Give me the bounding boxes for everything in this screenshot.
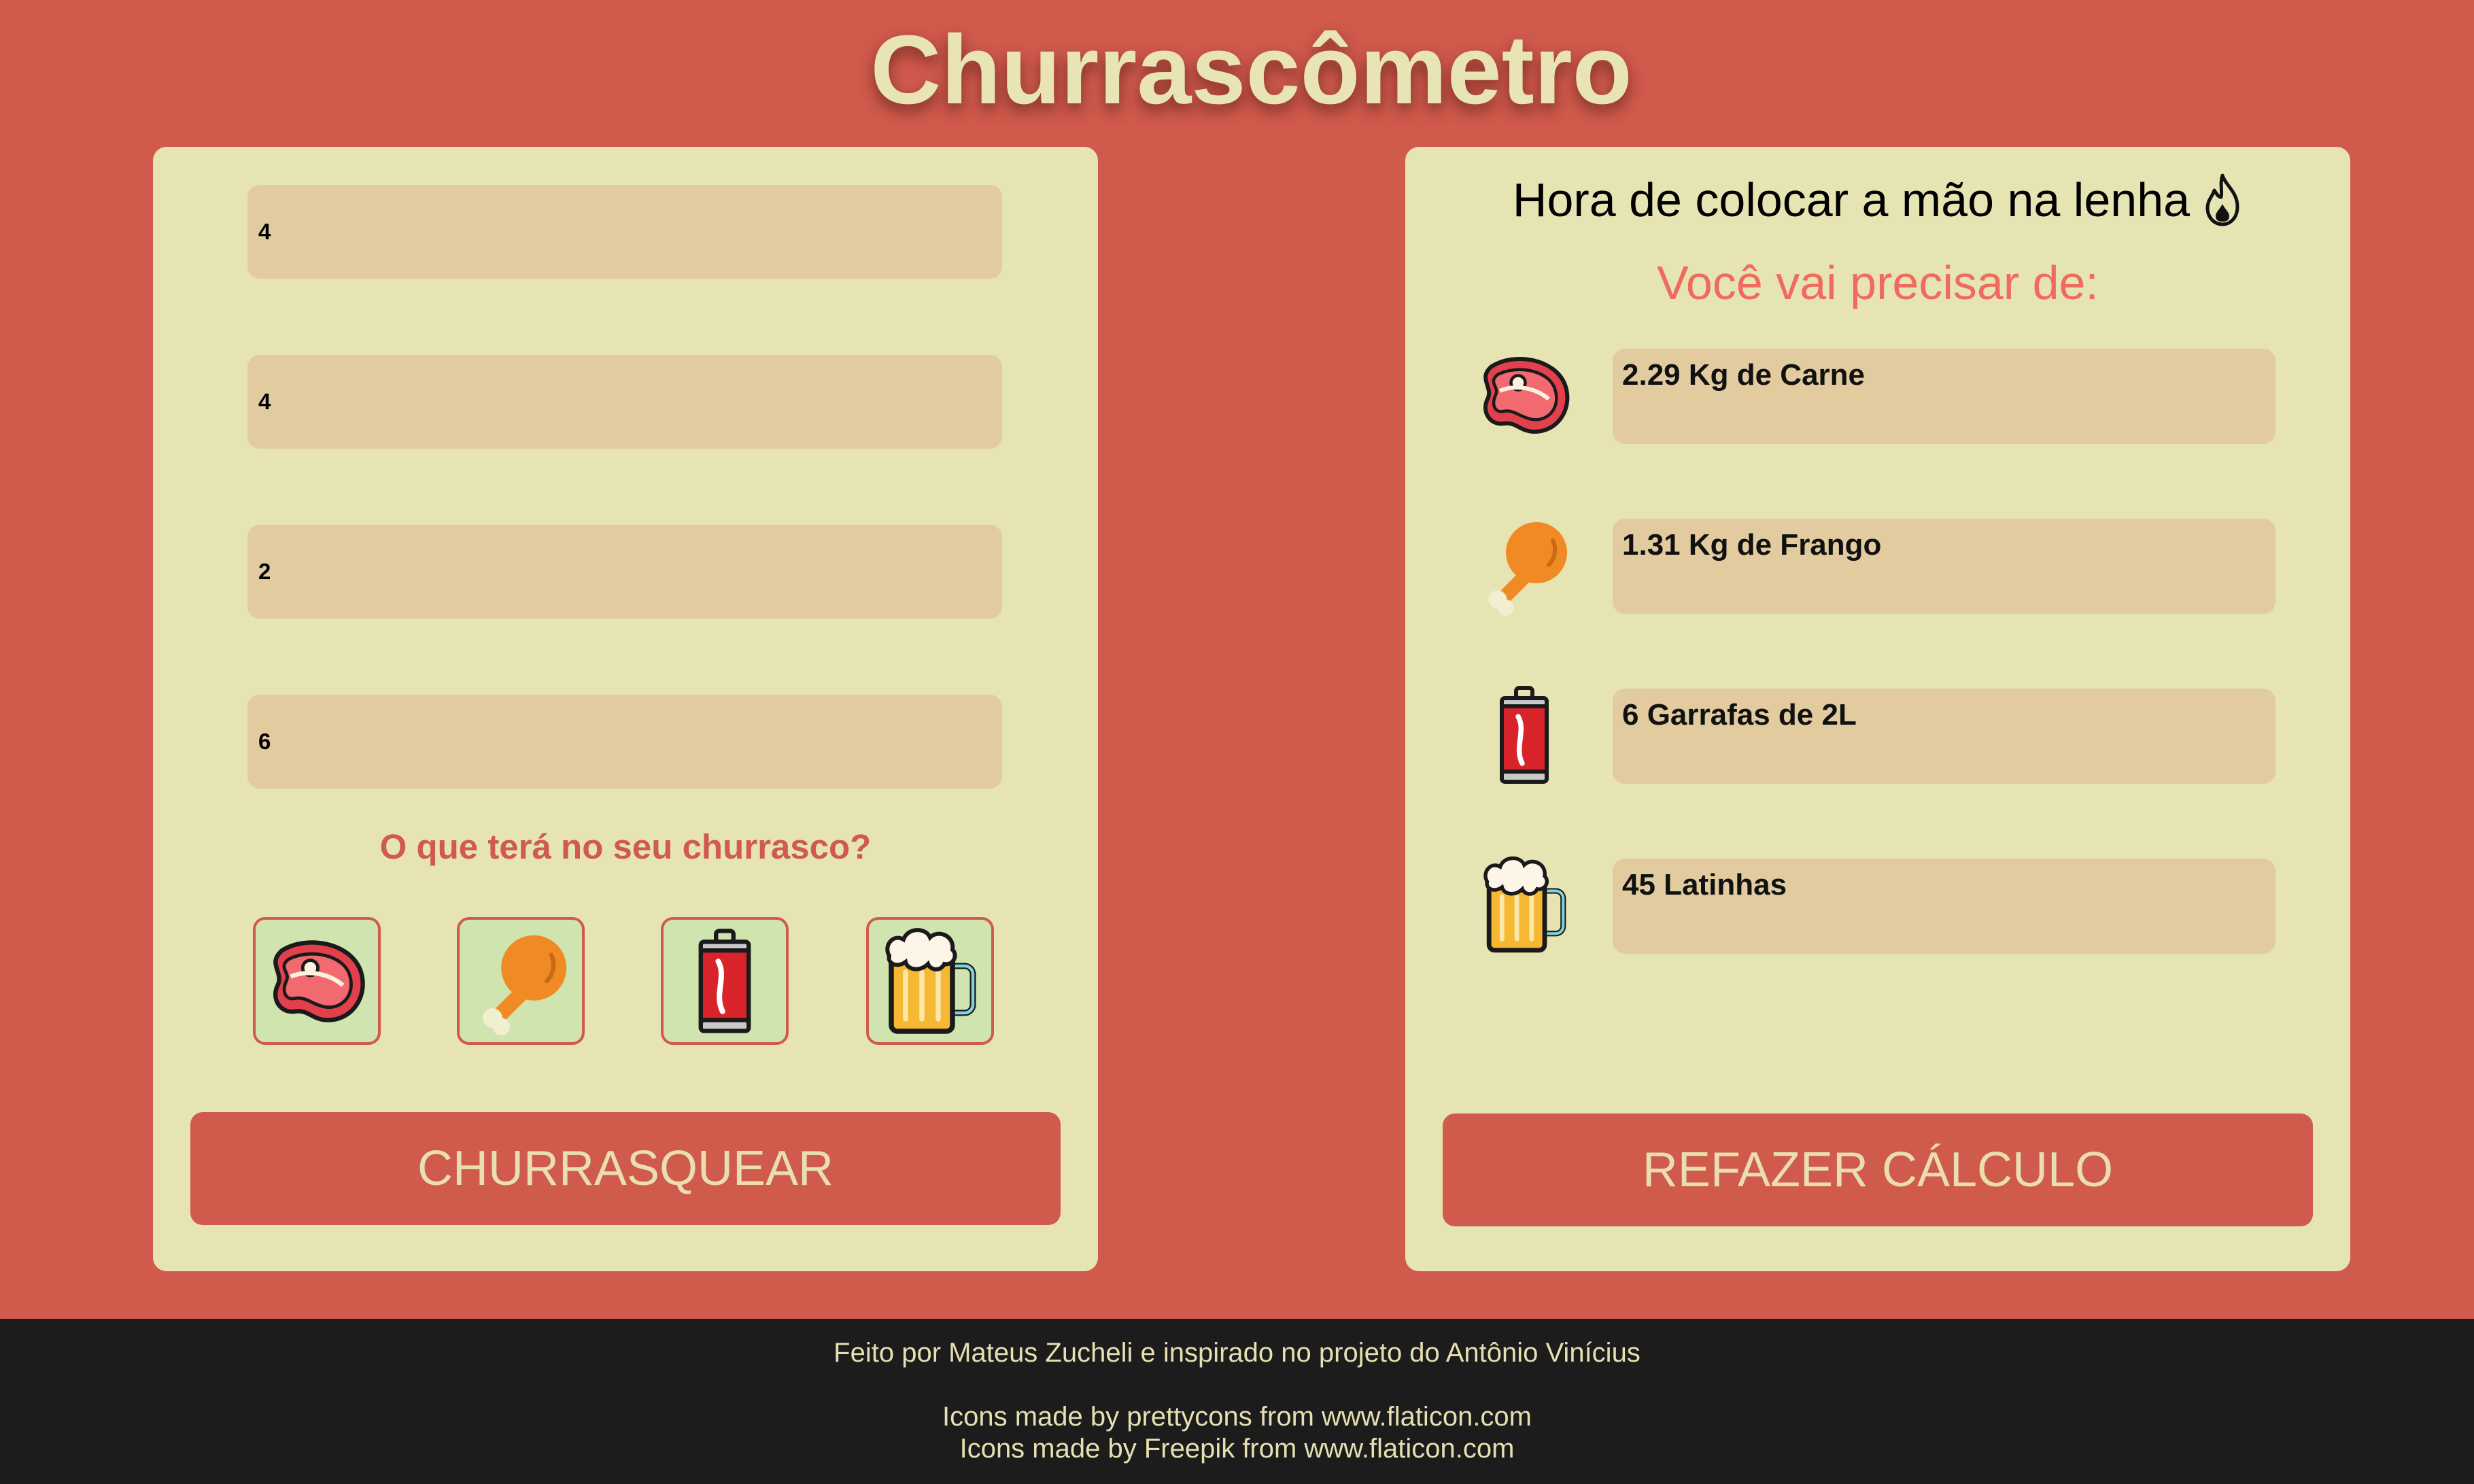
result-meat: 2.29 Kg de Carne xyxy=(1613,349,2275,444)
steak-icon xyxy=(1473,344,1575,446)
beer-mug-icon xyxy=(1473,854,1575,956)
chicken-leg-icon xyxy=(1473,514,1575,616)
result-title: Hora de colocar a mão na lenha xyxy=(1405,173,2350,227)
steak-icon xyxy=(262,927,371,1035)
redo-button[interactable]: REFAZER CÁLCULO xyxy=(1443,1114,2313,1226)
result-soda: 6 Garrafas de 2L xyxy=(1613,689,2275,784)
result-chicken: 1.31 Kg de Frango xyxy=(1613,519,2275,614)
footer: Feito por Mateus Zucheli e inspirado no … xyxy=(0,1319,2474,1484)
chicken-leg-icon xyxy=(466,927,575,1035)
result-beer: 45 Latinhas xyxy=(1613,859,2275,954)
footer-icons-credit-2: Icons made by Freepik from www.flaticon.… xyxy=(959,1434,1515,1464)
option-steak[interactable] xyxy=(253,917,381,1045)
menu-question: O que terá no seu churrasco? xyxy=(379,827,872,866)
option-soda[interactable] xyxy=(661,917,789,1045)
adults-input[interactable] xyxy=(247,185,1002,279)
option-beer[interactable] xyxy=(866,917,994,1045)
form-card: O que terá no seu churrasco? CHURRASQUEA… xyxy=(153,147,1098,1271)
soda-can-icon xyxy=(1473,684,1575,786)
result-card: Hora de colocar a mão na lenha Você vai … xyxy=(1405,147,2350,1271)
footer-credit: Feito por Mateus Zucheli e inspirado no … xyxy=(834,1338,1640,1368)
churrasquear-button[interactable]: CHURRASQUEAR xyxy=(190,1112,1061,1225)
result-subtitle: Você vai precisar de: xyxy=(1657,256,2099,309)
children-input[interactable] xyxy=(247,355,1002,449)
page-title: Churrascômetro xyxy=(870,15,1632,124)
option-chicken[interactable] xyxy=(457,917,585,1045)
duration-input[interactable] xyxy=(247,525,1002,619)
result-title-text: Hora de colocar a mão na lenha xyxy=(1512,173,2190,226)
drinkers-input[interactable] xyxy=(247,695,1002,789)
beer-mug-icon xyxy=(879,925,981,1037)
soda-can-icon xyxy=(692,927,757,1035)
footer-icons-credit-1: Icons made by prettycons from www.flatic… xyxy=(942,1402,1532,1432)
fire-icon xyxy=(2202,173,2243,227)
